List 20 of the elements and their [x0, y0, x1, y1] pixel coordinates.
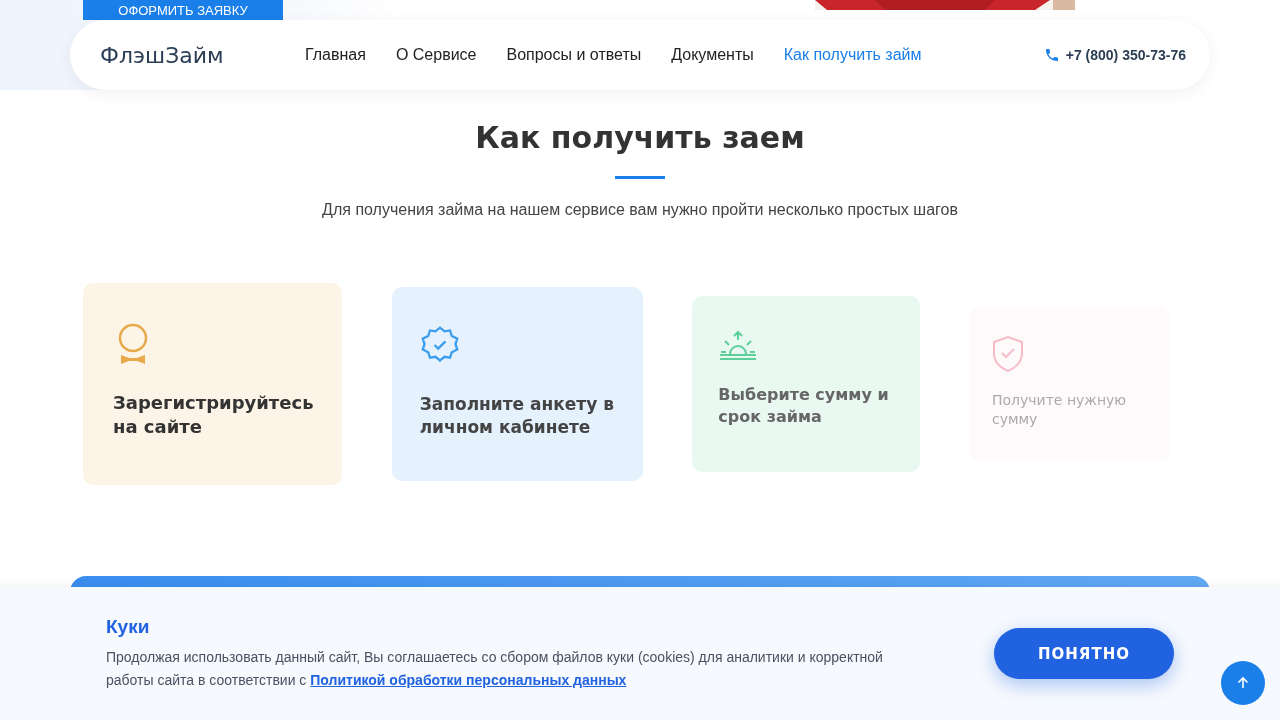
order-button[interactable]: ОФОРМИТЬ ЗАЯВКУ	[83, 0, 283, 20]
phone-icon	[1043, 47, 1060, 63]
nav-link[interactable]: Как получить займ	[783, 46, 922, 64]
cookie-text: Продолжая использовать данный сайт, Вы соглашаетесь со сбором файлов куки (cookies) для аналитики и корректной работы сайта в соответствии с Политикой обработки персональных данных	[106, 647, 884, 690]
nav-link[interactable]: О Сервисе	[395, 46, 477, 64]
phone-link[interactable]: +7 (800) 350-73-76	[1065, 47, 1186, 63]
nav-link[interactable]: Документы	[671, 46, 754, 64]
site-logo[interactable]: ФлэшЗайм	[100, 42, 305, 68]
step-text: Выберите сумму и срок займа	[718, 384, 890, 428]
nav-link[interactable]: Главная	[305, 46, 366, 64]
accept-button[interactable]: ПОНЯТНО	[994, 628, 1174, 679]
arrow-up-icon	[1236, 676, 1250, 690]
step-text: Заполните анкету в личном кабинете	[419, 393, 615, 439]
step-text: Получите нужную сумму	[991, 391, 1128, 429]
step-text: Зарегистрируйтесь на сайте	[113, 391, 312, 440]
section-title: Как получить заем	[474, 120, 806, 155]
privacy-link[interactable]: Политикой обработки персональных данных	[310, 671, 627, 688]
section-subtitle: Для получения займа на нашем сервисе вам нужно пройти несколько простых шагов	[321, 201, 959, 219]
cookie-title: Куки	[106, 615, 151, 638]
nav-link[interactable]: Вопросы и ответы	[506, 46, 642, 64]
